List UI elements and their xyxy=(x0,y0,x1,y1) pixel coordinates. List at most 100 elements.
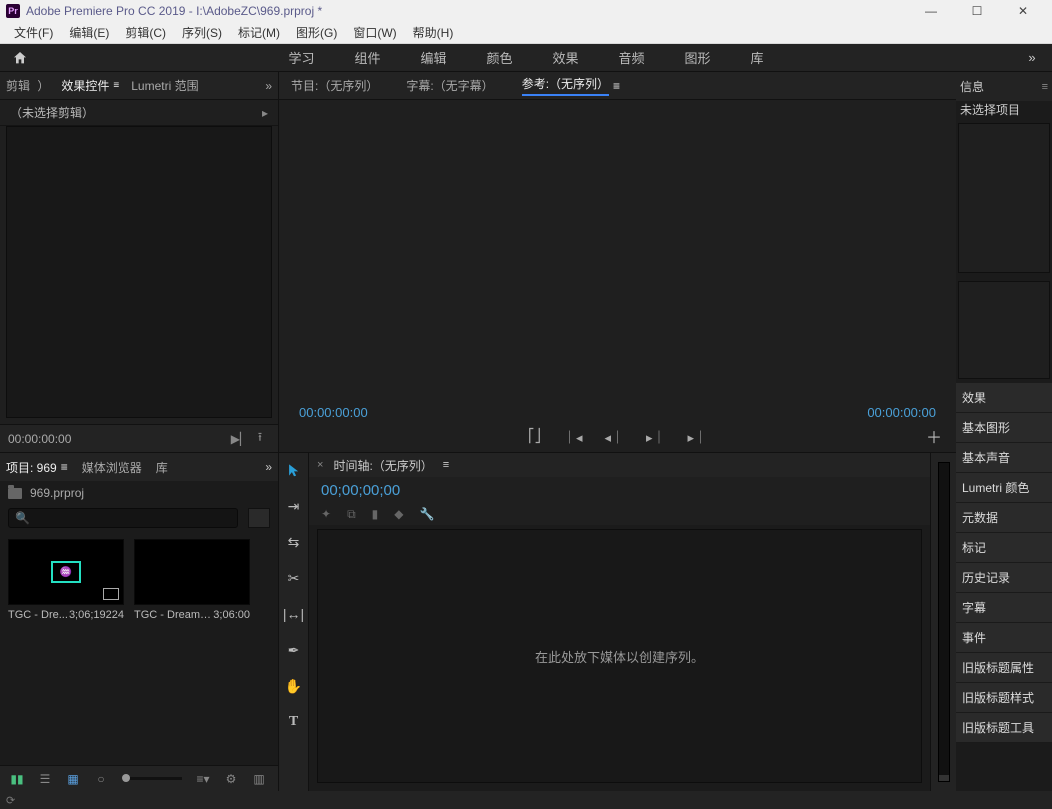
workspace-graphics[interactable]: 图形 xyxy=(685,48,711,67)
program-timecode-left[interactable]: 00:00:00:00 xyxy=(299,405,867,420)
title-bar: Pr Adobe Premiere Pro CC 2019 - I:\Adobe… xyxy=(0,0,1052,22)
tab-clip[interactable]: 剪辑 ） xyxy=(6,77,49,94)
menu-clip[interactable]: 剪辑(C) xyxy=(117,24,174,41)
side-tab-history[interactable]: 历史记录 xyxy=(956,563,1052,593)
side-tab-essential-graphics[interactable]: 基本图形 xyxy=(956,413,1052,443)
menu-graphics[interactable]: 图形(G) xyxy=(288,24,345,41)
tab-libraries[interactable]: 库 xyxy=(156,459,168,476)
export-frame-icon[interactable]: ⭱ xyxy=(250,428,270,449)
panel-overflow-button[interactable]: » xyxy=(265,460,272,474)
menu-help[interactable]: 帮助(H) xyxy=(405,24,462,41)
tab-program[interactable]: 节目:（无序列） xyxy=(291,77,378,94)
close-button[interactable]: ✕ xyxy=(1000,0,1046,22)
side-tab-metadata[interactable]: 元数据 xyxy=(956,503,1052,533)
linked-selection-button[interactable]: ⧉ xyxy=(347,507,356,522)
icon-view-button[interactable]: ▦ xyxy=(66,772,80,786)
timeline-title[interactable]: 时间轴:（无序列） xyxy=(333,457,432,474)
find-button[interactable]: ▥ xyxy=(252,772,266,786)
side-tab-events[interactable]: 事件 xyxy=(956,623,1052,653)
selection-tool[interactable] xyxy=(283,459,305,481)
side-tab-legacy-title-props[interactable]: 旧版标题属性 xyxy=(956,653,1052,683)
side-tab-markers[interactable]: 标记 xyxy=(956,533,1052,563)
ripple-edit-tool[interactable]: ⇆ xyxy=(283,531,305,553)
dropdown-caret-icon[interactable]: ▸ xyxy=(262,106,268,120)
sort-button[interactable]: ≡▾ xyxy=(196,772,210,786)
freeform-view-button[interactable]: ○ xyxy=(94,772,108,786)
panel-menu-icon[interactable]: ≡ xyxy=(613,79,620,93)
workspace-effects[interactable]: 效果 xyxy=(553,48,579,67)
program-tabs: 节目:（无序列） 字幕:（无字幕） 参考:（无序列）≡ xyxy=(279,72,956,100)
workspace-color[interactable]: 颜色 xyxy=(486,48,512,67)
workspace-learn[interactable]: 学习 xyxy=(288,48,314,67)
tab-media-browser[interactable]: 媒体浏览器 xyxy=(82,459,142,476)
menu-window[interactable]: 窗口(W) xyxy=(345,24,404,41)
tab-project[interactable]: 项目: 969≡ xyxy=(6,459,68,476)
project-item-thumbnail[interactable] xyxy=(134,539,250,605)
menu-edit[interactable]: 编辑(E) xyxy=(61,24,117,41)
workspace-overflow-button[interactable]: » xyxy=(1012,50,1052,65)
side-tab-legacy-title-tools[interactable]: 旧版标题工具 xyxy=(956,713,1052,743)
home-button[interactable] xyxy=(0,50,40,66)
project-item[interactable]: ♒ TGC - Dre... 3;06;19224 xyxy=(8,539,124,621)
project-search-input[interactable]: 🔍 xyxy=(8,508,238,528)
maximize-button[interactable]: ☐ xyxy=(954,0,1000,22)
workspace-audio[interactable]: 音频 xyxy=(619,48,645,67)
tab-lumetri-scopes[interactable]: Lumetri 范围 xyxy=(131,77,198,94)
close-tab-button[interactable]: × xyxy=(317,459,323,471)
tab-effect-controls[interactable]: 效果控件≡ xyxy=(61,77,119,94)
new-bin-button[interactable] xyxy=(248,508,270,528)
side-tab-essential-sound[interactable]: 基本声音 xyxy=(956,443,1052,473)
go-to-out-button[interactable]: ▸｜ xyxy=(688,427,708,446)
info-panel-header[interactable]: 信息 ≡ xyxy=(956,72,1052,101)
audio-meter[interactable] xyxy=(938,462,950,782)
program-timecode-right[interactable]: 00:00:00:00 xyxy=(867,405,936,420)
workspace-libraries[interactable]: 库 xyxy=(751,48,764,67)
tab-captions[interactable]: 字幕:（无字幕） xyxy=(406,77,493,94)
thumbnail-size-slider[interactable] xyxy=(122,777,182,780)
type-tool[interactable]: T xyxy=(283,711,305,733)
project-search-field[interactable] xyxy=(30,511,231,525)
timeline-display-button[interactable]: ◆ xyxy=(394,507,403,521)
timeline-timecode[interactable]: 00;00;00;00 xyxy=(309,477,930,503)
side-tab-legacy-title-styles[interactable]: 旧版标题样式 xyxy=(956,683,1052,713)
menu-marker[interactable]: 标记(M) xyxy=(230,24,288,41)
panel-menu-icon[interactable]: ≡ xyxy=(1042,81,1048,93)
play-only-audio-icon[interactable]: ▶▏ xyxy=(230,432,250,446)
tab-reference[interactable]: 参考:（无序列）≡ xyxy=(522,75,620,96)
step-back-button[interactable]: ◂｜ xyxy=(604,427,624,446)
app-icon: Pr xyxy=(6,4,20,18)
mark-in-button[interactable]: ⎡⎦ xyxy=(528,428,541,444)
side-tab-lumetri-color[interactable]: Lumetri 颜色 xyxy=(956,473,1052,503)
sync-icon[interactable]: ⟳ xyxy=(6,794,15,807)
project-item[interactable]: TGC - Dreamer... 3;06:00 xyxy=(134,539,250,621)
razor-tool[interactable]: ✂ xyxy=(283,567,305,589)
settings-button[interactable]: 🔧 xyxy=(419,507,434,521)
menu-sequence[interactable]: 序列(S) xyxy=(174,24,230,41)
project-bin-area[interactable]: ♒ TGC - Dre... 3;06;19224 TGC - Dreamer.… xyxy=(0,531,278,765)
go-to-in-button[interactable]: ｜◂ xyxy=(563,427,583,446)
pen-tool[interactable]: ✒ xyxy=(283,639,305,661)
panel-menu-icon[interactable]: ≡ xyxy=(113,80,119,91)
program-monitor-body[interactable]: 00:00:00:00 00:00:00:00 ⎡⎦ ｜◂ ◂｜ ▸｜ ▸｜ ＋ xyxy=(279,100,956,452)
panel-menu-icon[interactable]: ≡ xyxy=(443,459,449,471)
write-protect-icon[interactable]: ▮▮ xyxy=(10,772,24,786)
menu-file[interactable]: 文件(F) xyxy=(6,24,61,41)
hand-tool[interactable]: ✋ xyxy=(283,675,305,697)
minimize-button[interactable]: — xyxy=(908,0,954,22)
play-button[interactable]: ▸｜ xyxy=(646,427,666,446)
workspace-assembly[interactable]: 组件 xyxy=(354,48,380,67)
slip-tool[interactable]: |↔| xyxy=(283,603,305,625)
button-editor-add[interactable]: ＋ xyxy=(926,424,942,448)
timeline-drop-area[interactable]: 在此处放下媒体以创建序列。 xyxy=(317,529,922,783)
add-marker-button[interactable]: ▮ xyxy=(372,507,379,521)
track-select-tool[interactable]: ⇥ xyxy=(283,495,305,517)
project-item-thumbnail[interactable]: ♒ xyxy=(8,539,124,605)
list-view-button[interactable]: ☰ xyxy=(38,772,52,786)
side-tab-captions[interactable]: 字幕 xyxy=(956,593,1052,623)
auto-match-button[interactable]: ⚙ xyxy=(224,772,238,786)
panel-overflow-button[interactable]: » xyxy=(265,79,272,93)
snap-button[interactable]: ✦ xyxy=(321,507,331,521)
panel-menu-icon[interactable]: ≡ xyxy=(61,460,68,474)
workspace-editing[interactable]: 编辑 xyxy=(420,48,446,67)
side-tab-effects[interactable]: 效果 xyxy=(956,383,1052,413)
